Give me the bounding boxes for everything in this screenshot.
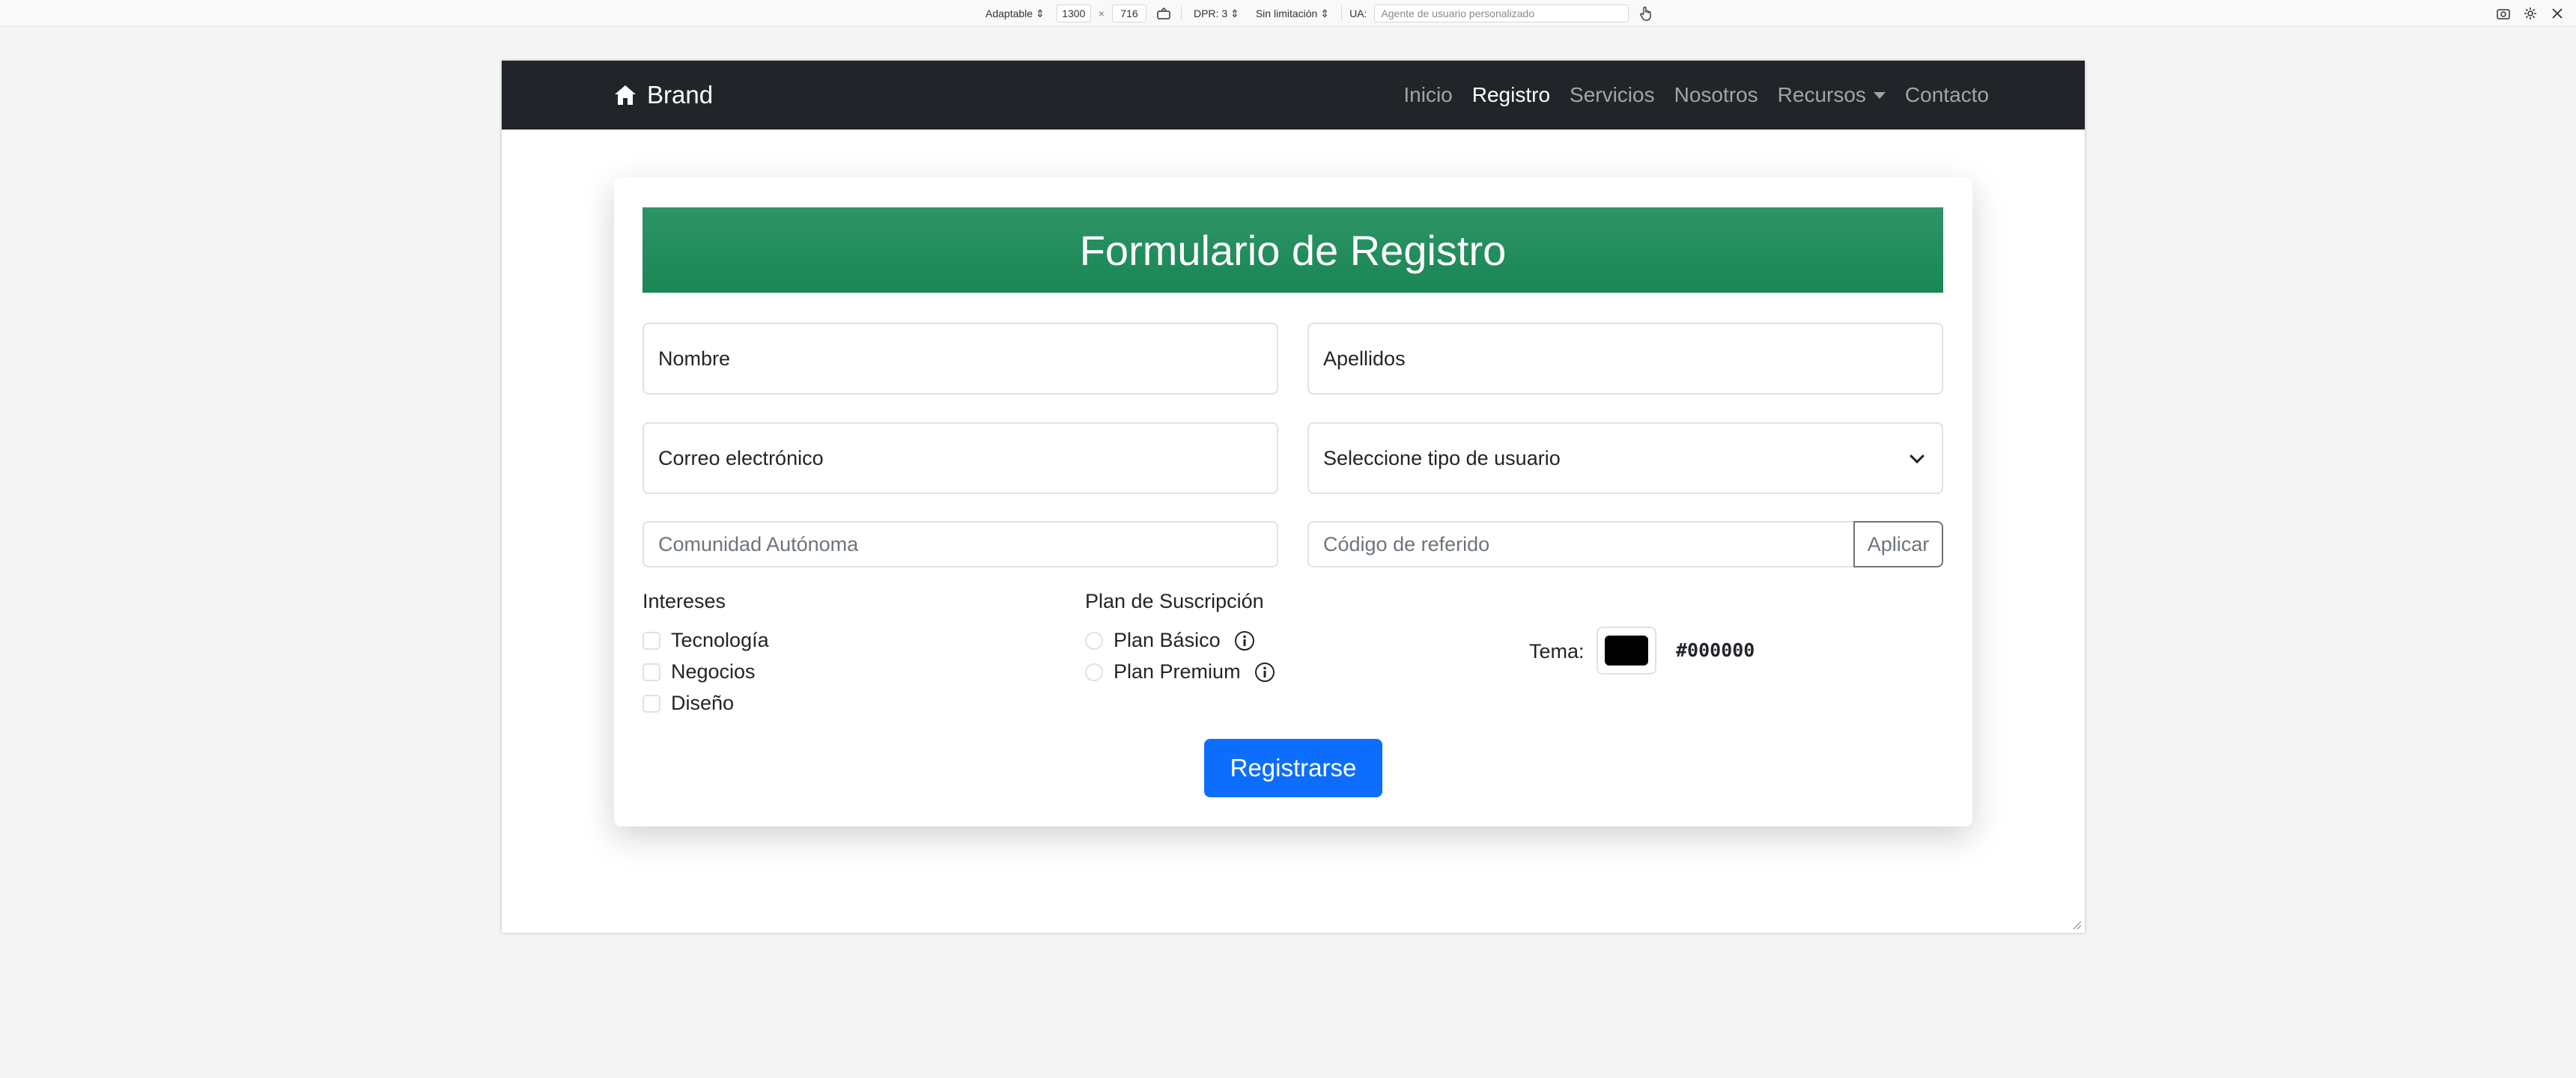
- toolbar-controls: Adaptable ⇕ 1300 × 716 DPR: 3 ⇕ Sin limita…: [981, 4, 1656, 22]
- brand-label: Brand: [647, 81, 714, 109]
- intereses-title: Intereses: [643, 590, 726, 612]
- interes-negocios[interactable]: Negocios: [643, 660, 756, 683]
- radio-label: Plan Básico: [1114, 629, 1221, 651]
- settings-gear-icon[interactable]: [2521, 4, 2540, 22]
- form-title: Formulario de Registro: [1079, 226, 1507, 274]
- responsive-design-toolbar: Adaptable ⇕ 1300 × 716 DPR: 3 ⇕ Sin limita…: [0, 0, 2576, 27]
- registrarse-button[interactable]: Registrarse: [1204, 739, 1382, 797]
- tema-color-value: #000000: [1676, 639, 1755, 661]
- radio-label: Plan Premium: [1114, 660, 1241, 683]
- device-mode-select[interactable]: Adaptable ⇕: [981, 4, 1049, 22]
- nav-link-contacto[interactable]: Contacto: [1905, 83, 1989, 107]
- registration-card: Formulario de Registro Nombre Apellidos …: [614, 177, 1972, 826]
- tema-color-picker[interactable]: [1597, 627, 1656, 674]
- updown-icon: ⇕: [1036, 7, 1045, 19]
- checkbox[interactable]: [643, 694, 660, 713]
- rotate-icon[interactable]: [1154, 4, 1173, 22]
- nav-link-registro[interactable]: Registro: [1472, 83, 1550, 107]
- checkbox-label: Negocios: [671, 660, 756, 683]
- dpr-select[interactable]: DPR: 3 ⇕: [1189, 4, 1244, 22]
- correo-field[interactable]: Correo electrónico: [643, 422, 1278, 494]
- color-swatch: [1605, 636, 1648, 666]
- nav-links: Inicio Registro Servicios Nosotros Recur…: [1403, 61, 1989, 130]
- checkbox-label: Diseño: [671, 692, 735, 714]
- checkbox[interactable]: [643, 663, 660, 681]
- comunidad-autonoma-input[interactable]: Comunidad Autónoma: [643, 521, 1278, 567]
- resize-handle-icon[interactable]: [2071, 919, 2082, 930]
- home-icon: [615, 85, 636, 105]
- nav-link-servicios[interactable]: Servicios: [1570, 83, 1655, 107]
- nombre-field[interactable]: Nombre: [643, 323, 1278, 395]
- nav-dropdown-label: Recursos: [1777, 83, 1866, 106]
- viewport-width-input[interactable]: 1300: [1056, 4, 1091, 22]
- apellidos-field[interactable]: Apellidos: [1307, 323, 1943, 395]
- tipo-usuario-select[interactable]: Seleccione tipo de usuario: [1307, 422, 1943, 494]
- updown-icon: ⇕: [1320, 7, 1330, 19]
- page-viewport: Brand Inicio Registro Servicios Nosotros…: [502, 61, 2085, 933]
- plan-premium-option[interactable]: Plan Premium: [1085, 660, 1275, 683]
- updown-icon: ⇕: [1230, 7, 1239, 19]
- info-icon[interactable]: [1254, 662, 1275, 683]
- toolbar-divider: [1341, 6, 1343, 21]
- throttle-select[interactable]: Sin limitación ⇕: [1251, 4, 1334, 22]
- screenshot-icon[interactable]: [2494, 4, 2513, 22]
- interes-diseno[interactable]: Diseño: [643, 692, 734, 715]
- interes-tecnologia[interactable]: Tecnología: [643, 629, 769, 652]
- caret-down-icon: [1873, 91, 1886, 99]
- dpr-label: DPR: 3: [1193, 7, 1228, 19]
- nav-link-nosotros[interactable]: Nosotros: [1674, 83, 1758, 107]
- ua-label: UA:: [1349, 7, 1367, 19]
- nav-link-inicio[interactable]: Inicio: [1403, 83, 1452, 107]
- chevron-down-icon: [1910, 448, 1925, 464]
- device-mode-label: Adaptable: [985, 7, 1033, 19]
- dimension-separator: ×: [1098, 7, 1105, 19]
- close-icon[interactable]: [2548, 4, 2567, 22]
- touch-simulation-icon[interactable]: [1636, 4, 1656, 22]
- plan-suscripcion-title: Plan de Suscripción: [1085, 590, 1264, 612]
- plan-basico-option[interactable]: Plan Básico: [1085, 629, 1255, 652]
- checkbox[interactable]: [643, 631, 660, 650]
- info-icon[interactable]: [1234, 630, 1255, 651]
- throttle-label: Sin limitación: [1255, 7, 1318, 19]
- checkbox-label: Tecnología: [671, 629, 769, 651]
- tema-label: Tema:: [1529, 640, 1585, 663]
- aplicar-button[interactable]: Aplicar: [1853, 521, 1943, 567]
- toolbar-divider: [1180, 6, 1182, 21]
- codigo-referido-input[interactable]: Código de referido: [1307, 521, 1856, 567]
- nav-dropdown-recursos[interactable]: Recursos: [1778, 83, 1886, 107]
- user-agent-input[interactable]: Agente de usuario personalizado: [1374, 4, 1629, 22]
- toolbar-right-controls: [2494, 4, 2567, 22]
- navbar: Brand Inicio Registro Servicios Nosotros…: [502, 61, 2085, 130]
- navbar-brand[interactable]: Brand: [614, 61, 713, 130]
- tipo-usuario-selected: Seleccione tipo de usuario: [1323, 446, 1561, 469]
- form-header: Formulario de Registro: [643, 207, 1943, 293]
- radio-button[interactable]: [1085, 631, 1103, 650]
- viewport-height-input[interactable]: 716: [1111, 4, 1146, 22]
- radio-button[interactable]: [1085, 663, 1103, 681]
